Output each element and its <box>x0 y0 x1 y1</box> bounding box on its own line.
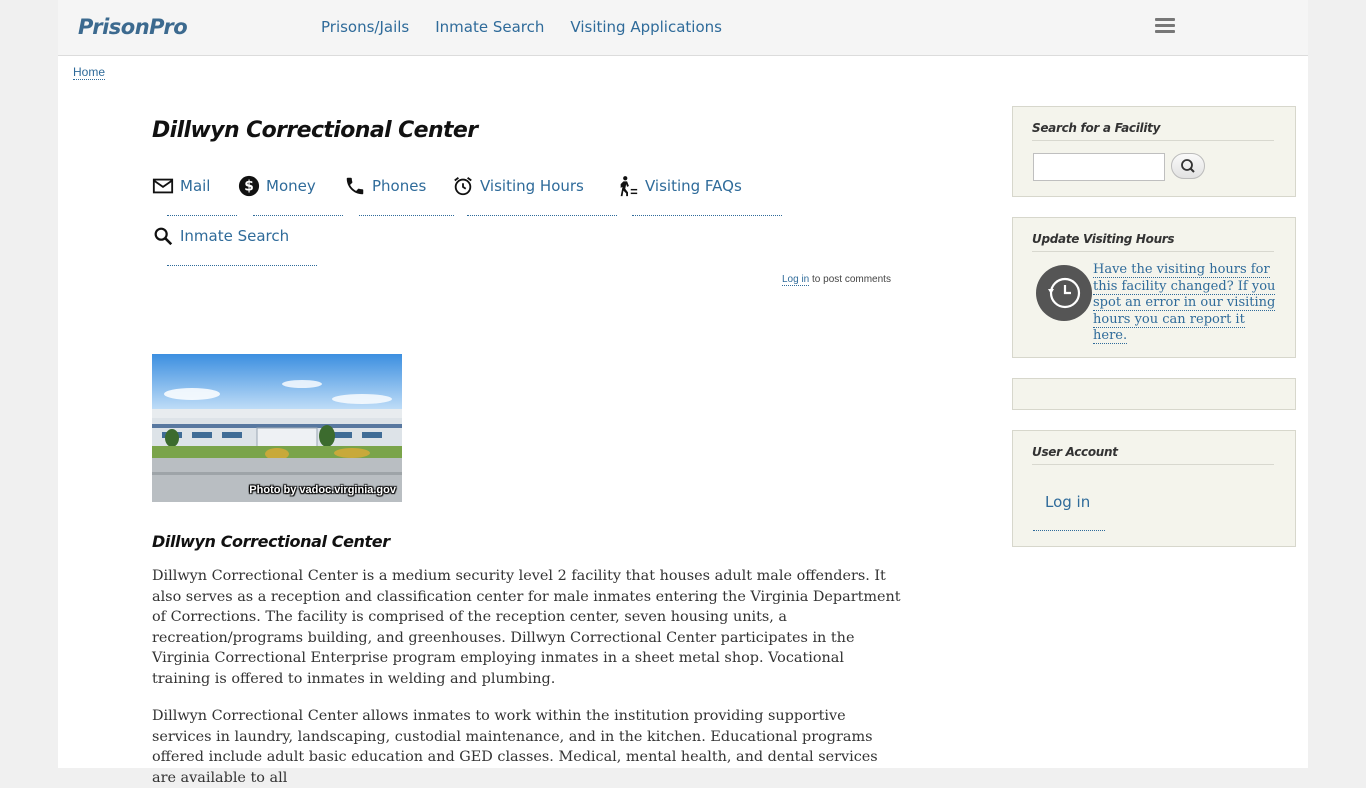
search-button[interactable] <box>1171 153 1205 179</box>
description-paragraph-2: Dillwyn Correctional Center allows inmat… <box>152 708 878 786</box>
search-block-title: Search for a Facility <box>1032 121 1274 141</box>
page-title: Dillwyn Correctional Center <box>152 118 478 143</box>
breadcrumb-home[interactable]: Home <box>73 66 106 80</box>
login-note-text: to post comments <box>809 274 891 285</box>
quicklink-phones[interactable]: Phones <box>344 175 454 216</box>
update-block-title: Update Visiting Hours <box>1032 232 1274 252</box>
dollar-icon: $ <box>238 175 260 197</box>
main-nav: Prisons/Jails Inmate Search Visiting App… <box>321 18 722 36</box>
empty-sidebar-block <box>1012 378 1296 410</box>
top-navigation-bar: PrisonPro Prisons/Jails Inmate Search Vi… <box>58 0 1308 56</box>
phone-icon <box>346 177 364 195</box>
account-block-title: User Account <box>1032 445 1274 465</box>
description-paragraph-1: Dillwyn Correctional Center is a medium … <box>152 568 901 687</box>
hamburger-menu-icon[interactable] <box>1155 18 1175 34</box>
site-logo[interactable]: PrisonPro <box>78 15 188 39</box>
quicklink-money[interactable]: $ Money <box>238 175 343 216</box>
magnifier-icon <box>154 227 173 246</box>
quicklink-phones-label: Phones <box>372 177 427 195</box>
quicklink-visiting-hours[interactable]: Visiting Hours <box>452 175 617 216</box>
quicklink-visiting-faqs[interactable]: Visiting FAQs <box>617 175 782 216</box>
facility-search-input[interactable] <box>1033 153 1165 181</box>
user-account-block: User Account Log in <box>1012 430 1296 547</box>
quicklink-visiting-faqs-label: Visiting FAQs <box>645 177 742 195</box>
sidebar-login-link[interactable]: Log in <box>1045 493 1090 511</box>
envelope-icon <box>152 178 174 194</box>
svg-text:$: $ <box>244 179 254 195</box>
nav-prisons-jails[interactable]: Prisons/Jails <box>321 18 409 36</box>
quicklink-inmate-search-label: Inmate Search <box>180 227 290 245</box>
history-clock-icon <box>1036 265 1092 321</box>
login-to-comment: Log in to post comments <box>782 274 891 286</box>
search-icon <box>1181 159 1195 173</box>
quicklink-money-label: Money <box>266 177 316 195</box>
report-visiting-hours-link[interactable]: Have the visiting hours for this facilit… <box>1093 262 1279 345</box>
nav-visiting-applications[interactable]: Visiting Applications <box>570 18 722 36</box>
search-facility-block: Search for a Facility <box>1012 106 1296 197</box>
report-link-text: Have the visiting hours for this facilit… <box>1093 262 1276 344</box>
update-visiting-hours-block: Update Visiting Hours Have the visiting … <box>1012 217 1296 358</box>
quicklink-inmate-search[interactable]: Inmate Search <box>152 225 317 266</box>
login-link-underline <box>1033 530 1105 531</box>
facility-subheading: Dillwyn Correctional Center <box>152 532 390 551</box>
login-link[interactable]: Log in <box>782 274 810 286</box>
facility-photo: Photo by vadoc.virginia.gov <box>152 354 402 502</box>
alarm-clock-icon <box>454 177 472 196</box>
nav-inmate-search[interactable]: Inmate Search <box>435 18 544 36</box>
page: PrisonPro Prisons/Jails Inmate Search Vi… <box>58 0 1308 786</box>
quicklink-mail[interactable]: Mail <box>152 175 237 216</box>
photo-credit: Photo by vadoc.virginia.gov <box>249 484 396 496</box>
quicklink-visiting-hours-label: Visiting Hours <box>480 177 584 195</box>
quicklink-mail-label: Mail <box>180 177 211 195</box>
visitor-icon <box>620 176 638 197</box>
